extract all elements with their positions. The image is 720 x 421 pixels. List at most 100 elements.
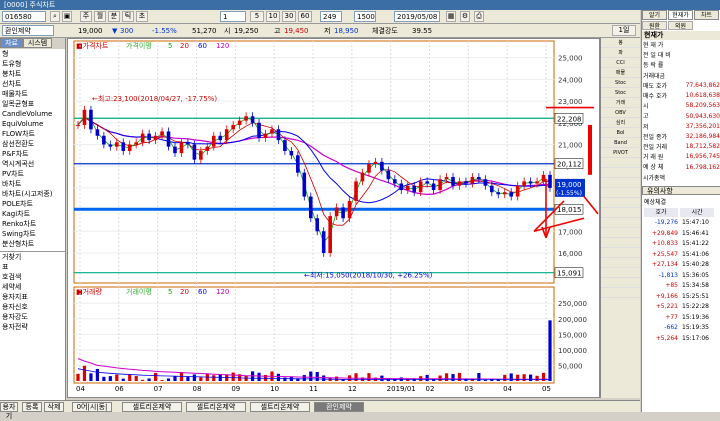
bottom-tab[interactable]: 용자기 bbox=[0, 402, 18, 420]
print-icon[interactable]: ⎙ bbox=[474, 11, 484, 22]
indicator-tool[interactable] bbox=[601, 218, 640, 228]
bottom-tab[interactable]: 셀트리온제약 bbox=[250, 402, 310, 412]
settings-icon[interactable]: ⚙ bbox=[460, 11, 470, 22]
timeframe-button[interactable]: 틱 bbox=[122, 11, 134, 22]
chart-type-item[interactable]: 일목균형표 bbox=[0, 99, 65, 109]
indicator-tool[interactable] bbox=[601, 168, 640, 178]
tool-item[interactable]: 거찾기 bbox=[0, 252, 65, 262]
indicator-tool[interactable] bbox=[601, 198, 640, 208]
chart-type-item[interactable]: POLE차트 bbox=[0, 199, 65, 209]
chart-type-item[interactable]: 삼선전환도 bbox=[0, 139, 65, 149]
indicator-tool[interactable]: PIVOT bbox=[601, 148, 640, 158]
indicator-tool[interactable]: Stoc bbox=[601, 78, 640, 88]
chart-type-item[interactable]: CandleVolume bbox=[0, 109, 65, 119]
indicator-tool[interactable] bbox=[601, 238, 640, 248]
indicator-tool[interactable]: CCI bbox=[601, 58, 640, 68]
stock-name[interactable]: 환인제약 bbox=[2, 25, 54, 36]
indicator-tool[interactable] bbox=[601, 248, 640, 258]
interval-button[interactable]: 10 bbox=[266, 11, 280, 22]
bottom-tab[interactable]: 삭제 bbox=[44, 402, 64, 412]
chart-type-item[interactable]: Swing차트 bbox=[0, 229, 65, 239]
chart-type-item[interactable]: 봉차트 bbox=[0, 69, 65, 79]
chart-type-item[interactable]: Renko차트 bbox=[0, 219, 65, 229]
quote-value: 18,712,582 bbox=[685, 143, 720, 151]
tool-item[interactable]: 세약세 bbox=[0, 282, 65, 292]
indicator-tool[interactable] bbox=[601, 158, 640, 168]
indicator-tool[interactable] bbox=[601, 208, 640, 218]
interval-input[interactable]: 1 bbox=[220, 11, 246, 22]
bottom-tab[interactable]: 셀트리온제약 bbox=[122, 402, 182, 412]
indicator-tool[interactable]: Band bbox=[601, 138, 640, 148]
timeframe-button[interactable]: 분 bbox=[108, 11, 120, 22]
tool-item[interactable]: 용자강도 bbox=[0, 312, 65, 322]
chart-type-item[interactable]: P&F차트 bbox=[0, 149, 65, 159]
caution-button[interactable]: 유의사항 bbox=[642, 186, 720, 195]
stock-chart[interactable]: ■가격차트 가격이평 5 20 60 120■거래량 거래이평 5 20 60 12025,0002… bbox=[68, 39, 601, 399]
tick-change: +85 bbox=[665, 282, 678, 289]
timeframe-button[interactable]: 초 bbox=[136, 11, 148, 22]
tool-item[interactable]: 호검색 bbox=[0, 272, 65, 282]
pin-icon[interactable]: ▣ bbox=[62, 11, 72, 22]
right-subtab[interactable]: 외원 bbox=[668, 21, 693, 30]
tool-item[interactable]: 용자전략 bbox=[0, 322, 65, 332]
indicator-tool[interactable] bbox=[601, 288, 640, 298]
candle-body bbox=[244, 116, 248, 121]
bottom-tab[interactable]: 셀트리온제약 bbox=[186, 402, 246, 412]
chart-type-item[interactable]: 역시계곡선 bbox=[0, 159, 65, 169]
indicator-tool[interactable]: 거래 bbox=[601, 98, 640, 108]
quote-header: 현재가 bbox=[642, 31, 720, 40]
chart-area[interactable]: ■가격차트 가격이평 5 20 60 120 ■거래량 거래이평 5 20 60 120 25,000 2… bbox=[67, 38, 600, 398]
stock-code-input[interactable]: 016580 bbox=[2, 11, 46, 22]
tool-item[interactable]: 용자신호 bbox=[0, 302, 65, 312]
date-input[interactable]: 2019/05/08 bbox=[394, 11, 440, 22]
one-day-button[interactable]: 1일 bbox=[612, 25, 636, 36]
chart-type-item[interactable]: 매물차트 bbox=[0, 89, 65, 99]
tool-list: 거찾기 표 호검색 세약세 용자지표 용자신호 용자강도 용자전략 bbox=[0, 251, 65, 332]
left-tab[interactable]: 자료 bbox=[0, 38, 23, 48]
interval-button[interactable]: 5 bbox=[250, 11, 264, 22]
chart-type-item[interactable]: 분산형차트 bbox=[0, 239, 65, 249]
tick-change: -19,276 bbox=[654, 219, 678, 226]
indicator-tool[interactable]: 봉 bbox=[601, 38, 640, 48]
search-icon[interactable]: ⌕ bbox=[50, 11, 60, 22]
chart-type-item[interactable]: 선차트 bbox=[0, 79, 65, 89]
timeframe-button[interactable]: 월 bbox=[94, 11, 106, 22]
indicator-tool[interactable]: 파 bbox=[601, 48, 640, 58]
right-subtab[interactable]: 원환 bbox=[642, 21, 667, 30]
right-tab[interactable]: 알기 bbox=[642, 10, 667, 20]
indicator-tool[interactable]: 심리 bbox=[601, 118, 640, 128]
indicator-tool[interactable] bbox=[601, 258, 640, 268]
tool-item[interactable]: 표 bbox=[0, 262, 65, 272]
interval-button[interactable]: 60 bbox=[298, 11, 312, 22]
bottom-tab[interactable]: 환인제약 bbox=[314, 402, 364, 412]
chart-type-item[interactable]: PV차트 bbox=[0, 169, 65, 179]
interval-button[interactable]: 30 bbox=[282, 11, 296, 22]
chart-type-item[interactable]: 트유형 bbox=[0, 59, 65, 69]
range-input[interactable]: 1500 bbox=[354, 11, 376, 22]
chart-type-item[interactable]: EquiVolume bbox=[0, 119, 65, 129]
left-tab[interactable]: 시스템 bbox=[22, 38, 53, 48]
indicator-tool[interactable]: OBV bbox=[601, 108, 640, 118]
chart-type-item[interactable]: 바차트 bbox=[0, 179, 65, 189]
chart-type-item[interactable]: FLOW차트 bbox=[0, 129, 65, 139]
calendar-icon[interactable]: ▦ bbox=[446, 11, 456, 22]
drawn-arrow-line[interactable] bbox=[583, 196, 599, 215]
indicator-tool[interactable] bbox=[601, 178, 640, 188]
indicator-tool[interactable]: Stoc bbox=[601, 88, 640, 98]
indicator-tool[interactable] bbox=[601, 188, 640, 198]
indicator-tool[interactable]: 매물 bbox=[601, 68, 640, 78]
timeframe-button[interactable]: 주 bbox=[80, 11, 92, 22]
indicator-tool[interactable] bbox=[601, 228, 640, 238]
right-tab[interactable]: 차트 bbox=[694, 10, 719, 20]
chart-type-item[interactable]: 바차트(시고저종) bbox=[0, 189, 65, 199]
low-annotation: ←최저:15,050(2018/10/30, +26.25%) bbox=[304, 271, 433, 280]
chart-type-item[interactable]: 형 bbox=[0, 49, 65, 59]
count-input[interactable]: 249 bbox=[320, 11, 342, 22]
bottom-tab[interactable]: 등록 bbox=[22, 402, 42, 412]
tool-item[interactable]: 용자지표 bbox=[0, 292, 65, 302]
indicator-tool[interactable]: Bol bbox=[601, 128, 640, 138]
right-tab[interactable]: 현재가 bbox=[668, 10, 693, 20]
chart-type-item[interactable]: Kagi차트 bbox=[0, 209, 65, 219]
indicator-tool[interactable] bbox=[601, 268, 640, 278]
indicator-tool[interactable] bbox=[601, 278, 640, 288]
